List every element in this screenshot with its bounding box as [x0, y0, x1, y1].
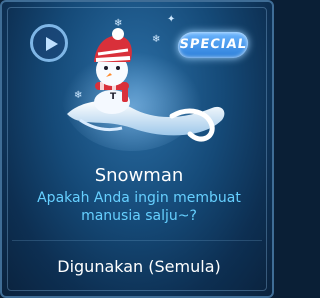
equipped-status: Digunakan (Semula) — [57, 257, 221, 276]
special-badge: SPECIAL — [176, 32, 250, 58]
svg-text:T: T — [110, 92, 117, 102]
item-title: Snowman — [94, 165, 184, 186]
play-icon — [46, 37, 58, 51]
emote-card[interactable]: ❄ ❄ ✦ ❄ — [0, 0, 274, 298]
play-preview-button[interactable] — [30, 24, 68, 62]
divider — [12, 240, 262, 241]
item-description: Apakah Anda ingin membuat manusia salju~… — [37, 190, 241, 224]
